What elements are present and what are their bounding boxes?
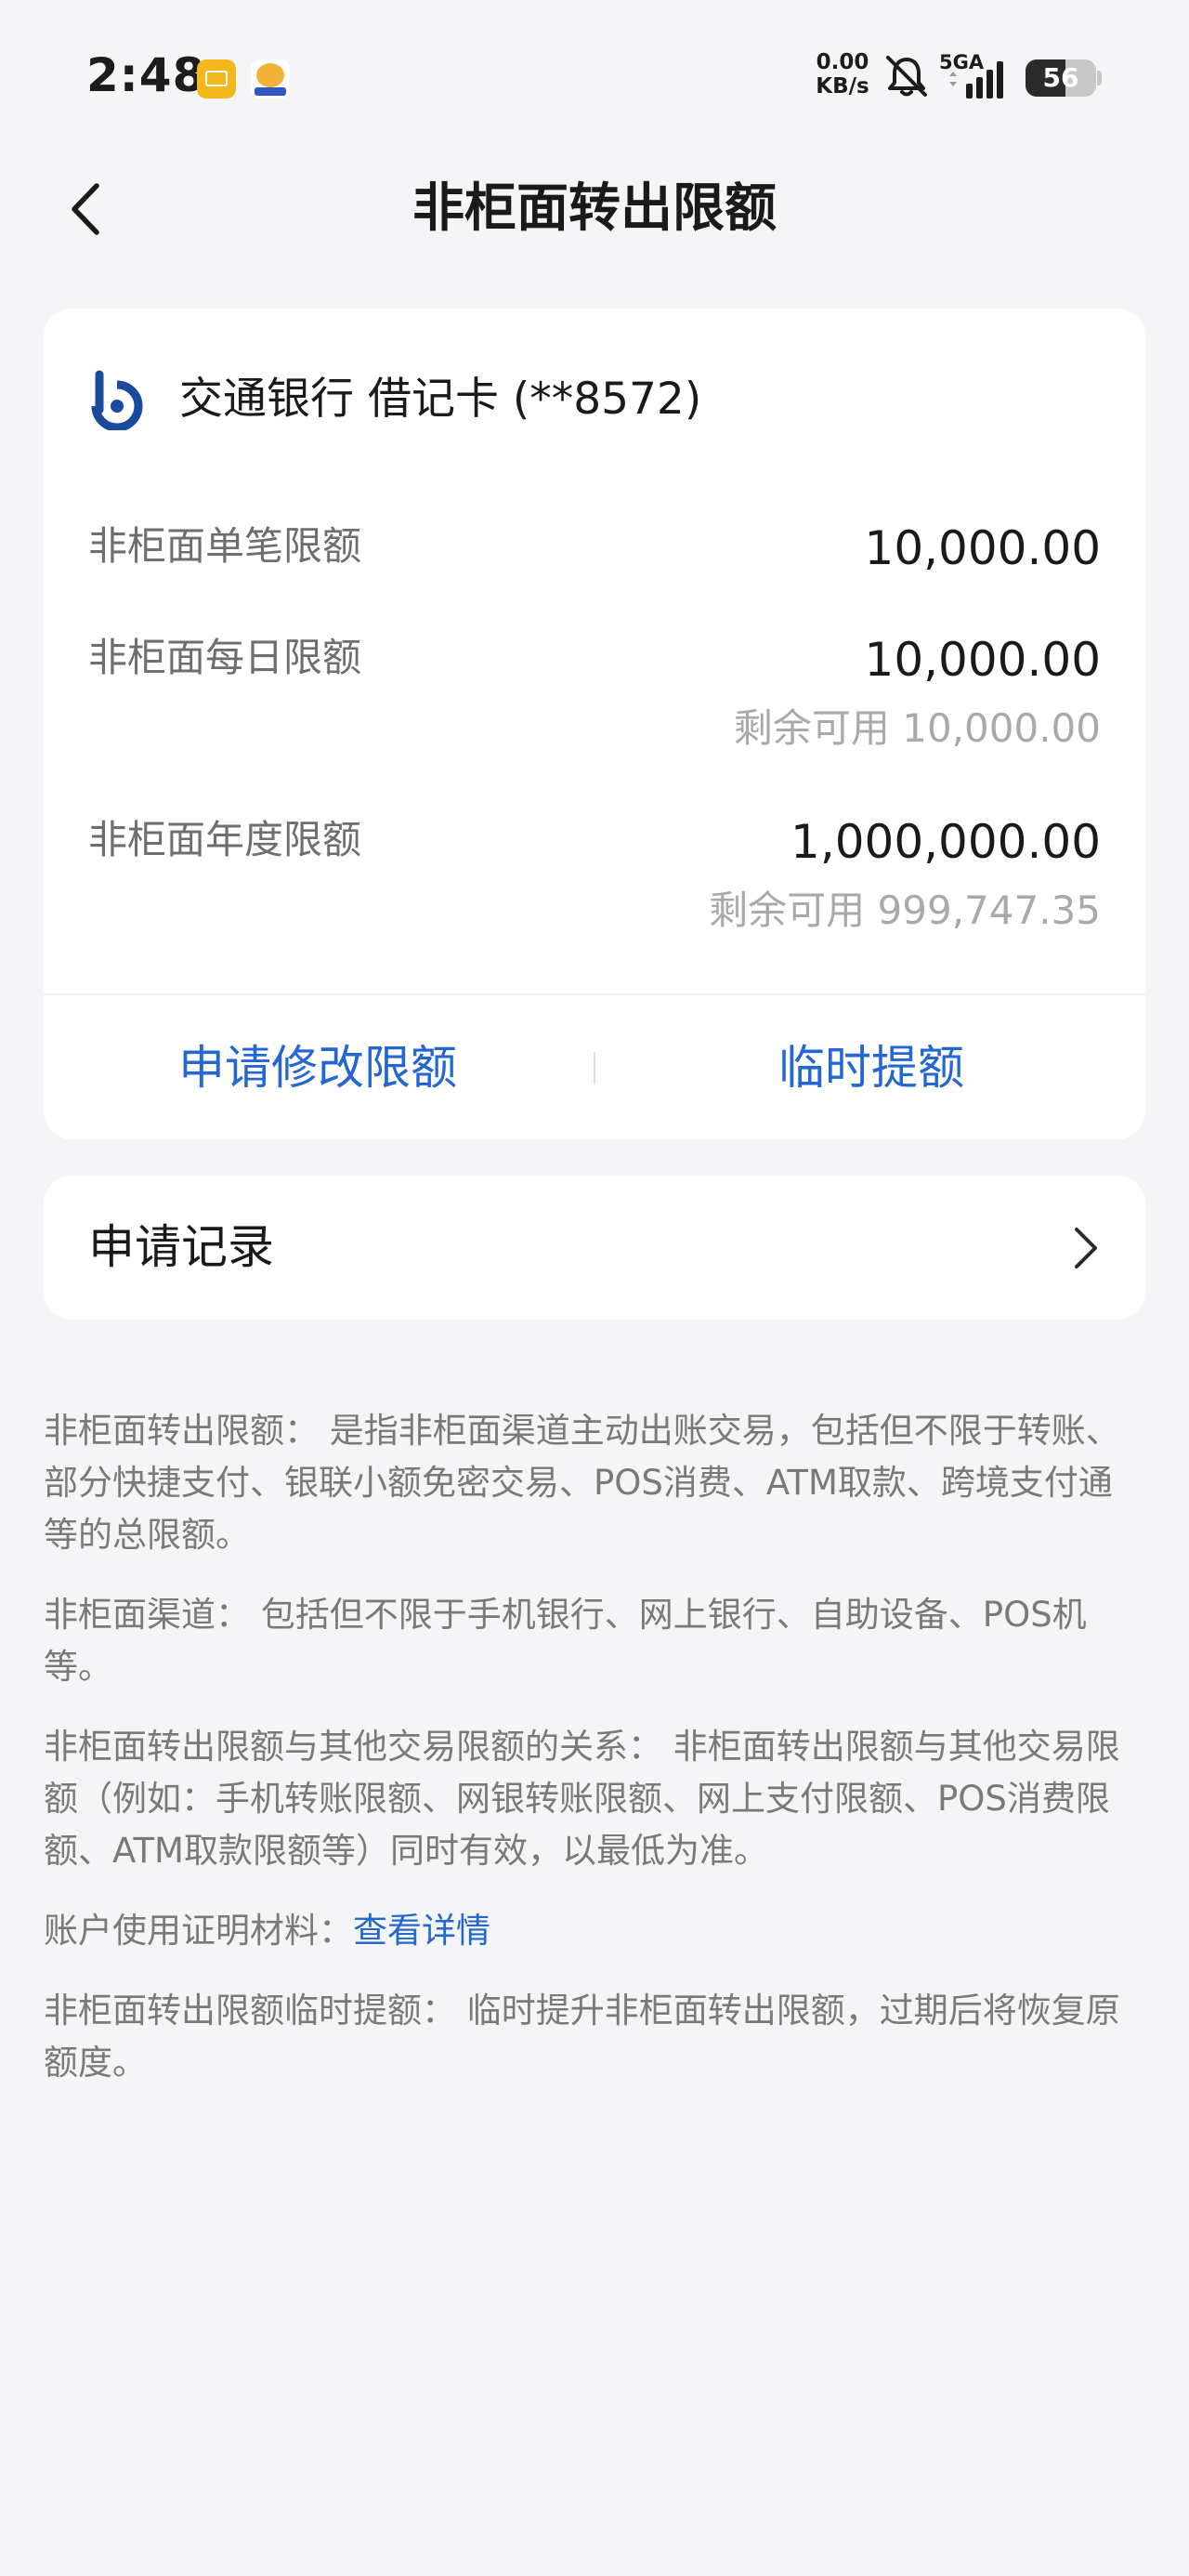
net-speed-unit: KB/s [816,74,869,99]
limit-label: 非柜面年度限额 [88,817,362,862]
limit-value: 10,000.00 [864,521,1101,575]
limit-label: 非柜面单笔限额 [88,523,362,569]
note-channels: 非柜面渠道： 包括但不限于手机银行、网上银行、自助设备、POS机等。 [44,1595,1087,1687]
battery-tip [1097,71,1102,85]
nav-bar: 非柜面转出限额 [0,149,1189,269]
bear-app-icon [251,59,290,99]
limit-remaining: 剩余可用 10,000.00 [733,705,1101,751]
limit-label: 非柜面每日限额 [88,635,362,680]
note-account-proof-text: 账户使用证明材料： [44,1911,353,1951]
chevron-right-icon [1075,1228,1097,1268]
action-separator [594,1052,595,1084]
note-temporary-increase: 非柜面转出限额临时提额： 临时提升非柜面转出限额，过期后将恢复原额度。 [44,1991,1120,2083]
page-title: 非柜面转出限额 [412,178,777,239]
signal-icon: 5GA [939,51,1003,99]
note-account-proof: 账户使用证明材料：查看详情 [44,1905,1145,1957]
bank-logo-icon [91,370,143,430]
modify-limit-button[interactable]: 申请修改限额 [44,996,592,1139]
note-definition: 非柜面转出限额： 是指非柜面渠道主动出账交易，包括但不限于转账、部分快捷支付、银… [44,1411,1120,1555]
limits-card: 交通银行 借记卡 (**8572) 非柜面单笔限额 10,000.00 非柜面每… [44,309,1145,1139]
mute-bell-icon [886,56,927,97]
back-arrow-icon[interactable] [56,177,121,242]
application-records-row[interactable]: 申请记录 [44,1176,1145,1320]
mail-app-icon [197,59,236,99]
limit-value: 1,000,000.00 [790,815,1101,869]
view-details-link[interactable]: 查看详情 [353,1911,490,1951]
net-speed-value: 0.00 [816,50,869,74]
status-time: 2:48 [86,48,206,102]
network-type: 5GA [939,51,985,73]
note-relationship: 非柜面转出限额与其他交易限额的关系： 非柜面转出限额与其他交易限额（例如：手机转… [44,1727,1120,1871]
card-divider [44,993,1145,995]
limit-value: 10,000.00 [864,633,1101,687]
records-label: 申请记录 [88,1220,274,1274]
status-bar: 2:48 0.00 KB/s 5GA 56 [0,0,1189,139]
battery-level: 56 [1042,62,1079,93]
bank-card-name: 交通银行 借记卡 (**8572) [179,374,702,425]
net-speed: 0.00 KB/s [810,50,875,99]
temporary-increase-button[interactable]: 临时提额 [597,996,1145,1139]
limit-notes: 非柜面转出限额： 是指非柜面渠道主动出账交易，包括但不限于转账、部分快捷支付、银… [44,1405,1145,2117]
battery-icon: 56 [1026,59,1096,97]
limit-remaining: 剩余可用 999,747.35 [709,887,1101,933]
